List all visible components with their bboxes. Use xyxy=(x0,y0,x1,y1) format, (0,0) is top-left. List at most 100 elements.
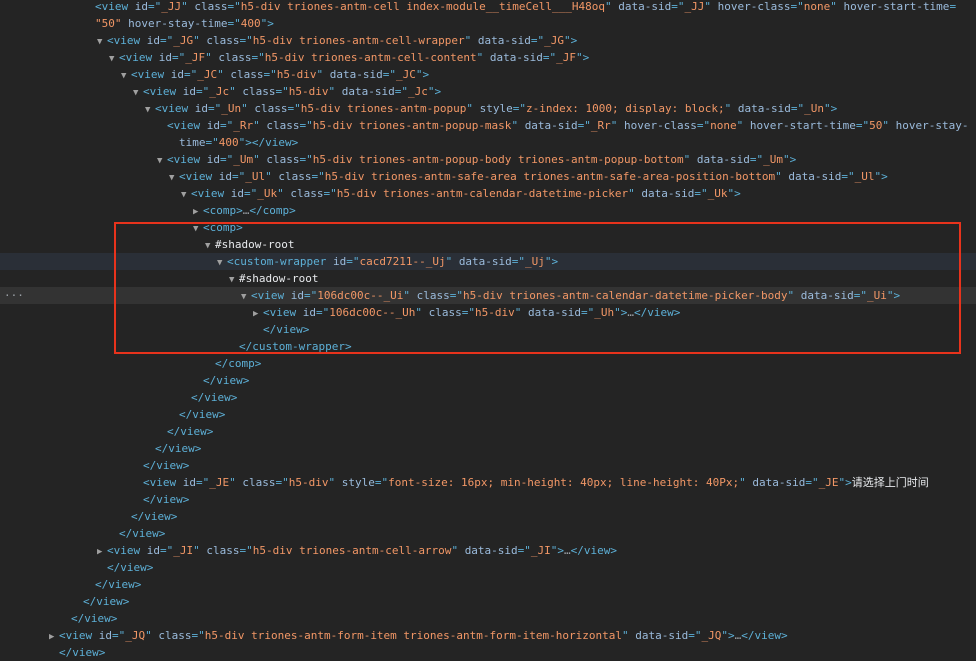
dom-node-line[interactable]: </view> xyxy=(0,610,976,627)
dom-node-line[interactable]: </view> xyxy=(0,389,976,406)
tag-token: " xyxy=(229,476,243,489)
tag-token: " xyxy=(241,102,255,115)
tag-token: =" xyxy=(694,187,708,200)
dom-node-line[interactable]: <view id="_Rr" class="h5-div triones-ant… xyxy=(0,117,976,134)
dom-node-line[interactable]: ▼ <view id="_Jc" class="h5-div" data-sid=… xyxy=(0,83,976,100)
dom-node-line[interactable]: ▼ <view id="_JC" class="h5-div" data-sid=… xyxy=(0,66,976,83)
dom-node-line[interactable]: ▶ <view id="106dc00c--_Uh" class="h5-div"… xyxy=(0,304,976,321)
dom-node-line[interactable]: <view id="_JJ" class="h5-div triones-ant… xyxy=(0,0,976,15)
tag-token: =" xyxy=(112,629,126,642)
dom-node-line[interactable]: </view> xyxy=(0,491,976,508)
dom-node-line[interactable]: </view> xyxy=(0,423,976,440)
attr-name: hover-stay- xyxy=(895,119,969,132)
collapse-triangle-icon[interactable]: ▼ xyxy=(229,272,239,287)
attr-value: h5-div triones-antm-popup-body triones-a… xyxy=(312,153,684,166)
tag-token: </comp> xyxy=(249,204,296,217)
collapse-triangle-icon[interactable]: ▼ xyxy=(181,187,191,202)
tag-token: =" xyxy=(542,51,557,64)
dom-node-line[interactable]: </view> xyxy=(0,406,976,423)
expand-triangle-icon[interactable]: ▶ xyxy=(49,629,59,644)
attr-name: time xyxy=(179,136,206,149)
dom-node-line[interactable]: ▼ <view id="_JF" class="h5-div triones-an… xyxy=(0,49,976,66)
tag-token: " xyxy=(217,68,231,81)
dom-node-line[interactable]: ▶ <comp>…</comp> xyxy=(0,202,976,219)
dom-node-line[interactable]: time="400"></view> xyxy=(0,134,976,151)
tag-token: =" xyxy=(275,85,289,98)
dom-node-line[interactable]: </view> xyxy=(0,593,976,610)
collapse-triangle-icon[interactable]: ▼ xyxy=(97,34,107,49)
dom-node-line[interactable]: </comp> xyxy=(0,355,976,372)
tag-token: <view xyxy=(263,306,303,319)
dom-node-line[interactable]: ▶ <view id="_JQ" class="h5-div triones-an… xyxy=(0,627,976,644)
attr-name: class xyxy=(206,544,240,557)
attr-name: class xyxy=(218,51,252,64)
tag-token: =" xyxy=(220,153,234,166)
dom-node-line[interactable]: </view> xyxy=(0,644,976,661)
attr-name: class xyxy=(242,85,276,98)
tag-token: =" xyxy=(790,102,805,115)
tag-token: =" xyxy=(244,187,258,200)
tag-token: </comp> xyxy=(215,357,262,370)
dom-node-line[interactable]: </view> xyxy=(0,559,976,576)
tag-token: #shadow-root xyxy=(239,272,319,285)
attr-value: h5-div triones-antm-cell index-module__t… xyxy=(240,0,605,13)
attr-value: z-index: 1000; display: block; xyxy=(525,102,725,115)
collapse-triangle-icon[interactable]: ▼ xyxy=(205,238,215,253)
tag-token: =" xyxy=(394,85,408,98)
expand-triangle-icon[interactable]: ▶ xyxy=(97,544,107,559)
dom-node-line[interactable]: ▶ <view id="_JI" class="h5-div triones-an… xyxy=(0,542,976,559)
tag-token: =" xyxy=(749,153,764,166)
collapse-triangle-icon[interactable]: ▼ xyxy=(241,289,251,304)
attr-value: _Jc xyxy=(407,85,428,98)
expand-triangle-icon[interactable]: ▶ xyxy=(193,204,203,219)
dom-node-line[interactable]: ▼ <view id="_Um" class="h5-div triones-an… xyxy=(0,151,976,168)
more-options-icon[interactable]: ··· xyxy=(4,287,24,304)
dom-node-line[interactable]: ▼ #shadow-root xyxy=(0,270,976,287)
tag-token: =" xyxy=(299,153,313,166)
dom-node-line[interactable]: ··· ▼ <view id="106dc00c--_Ui" class="h5-d… xyxy=(0,287,976,304)
tag-token: =" xyxy=(172,51,186,64)
tag-token: " xyxy=(415,306,429,319)
tag-token: " xyxy=(451,544,465,557)
collapse-triangle-icon[interactable]: ▼ xyxy=(169,170,179,185)
expand-triangle-icon[interactable]: ▶ xyxy=(253,306,263,321)
tag-token: "> xyxy=(544,255,559,268)
attr-name: class xyxy=(278,170,312,183)
dom-node-line[interactable]: ▼ <custom-wrapper id="cacd7211--_Uj" data… xyxy=(0,253,976,270)
dom-node-line[interactable]: ▼ #shadow-root xyxy=(0,236,976,253)
dom-node-line[interactable]: </view> xyxy=(0,440,976,457)
collapse-triangle-icon[interactable]: ▼ xyxy=(109,51,119,66)
attr-value: _Rr xyxy=(233,119,254,132)
tag-token: <view xyxy=(191,187,231,200)
dom-node-line[interactable]: </view> xyxy=(0,457,976,474)
attr-name: id xyxy=(230,187,244,200)
collapse-triangle-icon[interactable]: ▼ xyxy=(133,85,143,100)
dom-node-line[interactable]: ▼ <view id="_JG" class="h5-div triones-an… xyxy=(0,32,976,49)
dom-node-line[interactable]: </custom-wrapper> xyxy=(0,338,976,355)
collapse-triangle-icon[interactable]: ▼ xyxy=(193,221,203,236)
tag-token: " xyxy=(704,0,718,13)
tag-token: =" xyxy=(160,34,174,47)
dom-node-line[interactable]: </view> xyxy=(0,372,976,389)
tag-token: =" xyxy=(790,0,804,13)
dom-node-line[interactable]: </view> xyxy=(0,525,976,542)
dom-node-line[interactable]: </view> xyxy=(0,321,976,338)
collapse-triangle-icon[interactable]: ▼ xyxy=(145,102,155,117)
attr-name: id xyxy=(182,85,196,98)
dom-node-line[interactable]: ▼ <view id="_Uk" class="h5-div triones-an… xyxy=(0,185,976,202)
dom-node-line[interactable]: ▼ <view id="_Ul" class="h5-div triones-an… xyxy=(0,168,976,185)
collapse-triangle-icon[interactable]: ▼ xyxy=(217,255,227,270)
dom-node-line[interactable]: </view> xyxy=(0,576,976,593)
dom-node-line[interactable]: <view id="_JE" class="h5-div" style="fon… xyxy=(0,474,976,491)
dom-node-line[interactable]: </view> xyxy=(0,508,976,525)
dom-node-line[interactable]: "50" hover-stay-time="400"> xyxy=(0,15,976,32)
tag-token: =" xyxy=(275,476,289,489)
collapse-triangle-icon[interactable]: ▼ xyxy=(121,68,131,83)
attr-value: _JI xyxy=(173,544,194,557)
dom-node-line[interactable]: ▼ <view id="_Un" class="h5-div triones-an… xyxy=(0,100,976,117)
collapse-triangle-icon[interactable]: ▼ xyxy=(157,153,167,168)
attr-name: id xyxy=(218,170,232,183)
tag-token: <view xyxy=(107,34,147,47)
dom-node-line[interactable]: ▼ <comp> xyxy=(0,219,976,236)
attr-value: 400 xyxy=(218,136,239,149)
